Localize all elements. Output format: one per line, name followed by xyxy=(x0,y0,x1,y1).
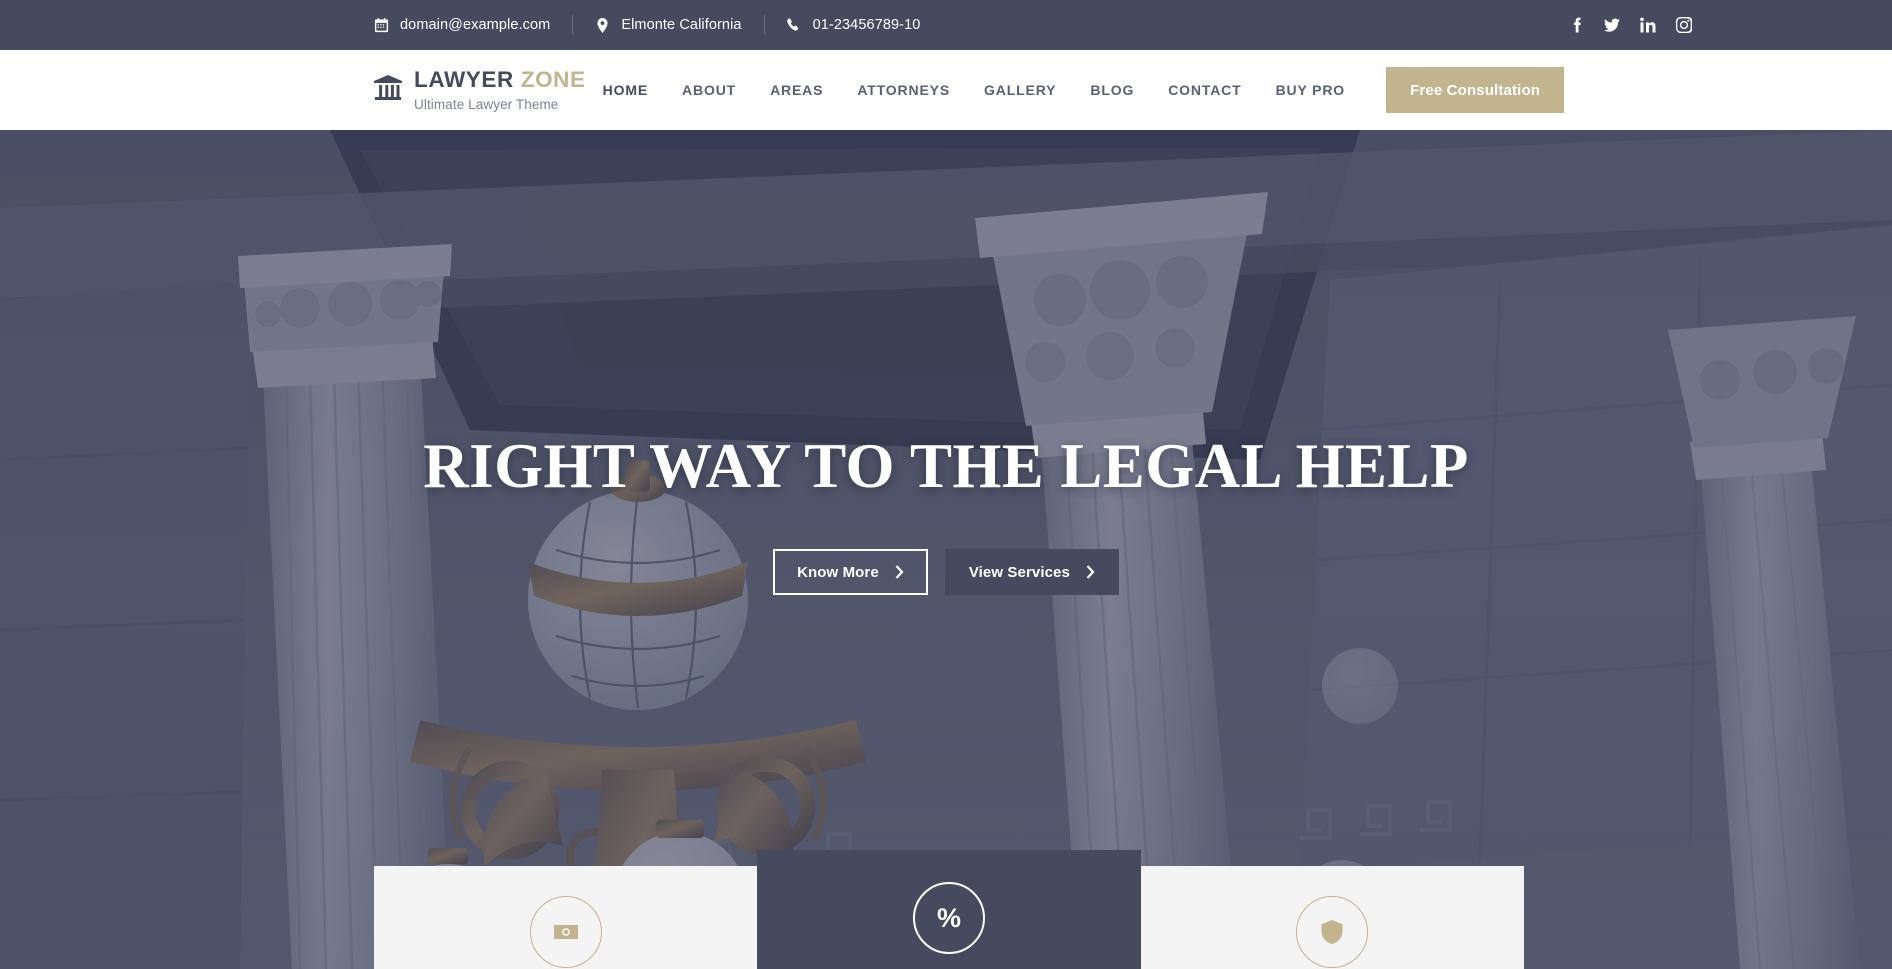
icon-circle: % xyxy=(912,882,985,954)
logo-text: LAWYER ZONE Ultimate Lawyer Theme xyxy=(414,67,586,112)
bank-icon xyxy=(374,75,402,105)
hero-section: RIGHT WAY TO THE LEGAL HELP Know More Vi… xyxy=(0,130,1892,969)
social-links xyxy=(1568,17,1692,33)
nav-item-gallery[interactable]: GALLERY xyxy=(967,82,1073,98)
view-services-label: View Services xyxy=(968,563,1070,581)
logo-word-secondary: ZONE xyxy=(520,67,586,92)
phone-contact[interactable]: 01-23456789-10 xyxy=(786,17,921,33)
map-pin-icon xyxy=(595,17,610,33)
know-more-label: Know More xyxy=(797,563,879,581)
facebook-icon[interactable] xyxy=(1568,17,1584,33)
know-more-button[interactable]: Know More xyxy=(773,549,928,595)
phone-text: 01-23456789-10 xyxy=(812,17,921,33)
chevron-right-icon xyxy=(895,565,904,579)
instagram-icon[interactable] xyxy=(1676,17,1692,33)
hero-buttons: Know More View Services xyxy=(773,549,1119,595)
free-consultation-button[interactable]: Free Consultation xyxy=(1386,67,1565,113)
logo-tagline: Ultimate Lawyer Theme xyxy=(414,96,559,112)
location-text: Elmonte California xyxy=(621,17,742,33)
feature-card-fees[interactable] xyxy=(374,866,758,969)
nav-item-blog[interactable]: BLOG xyxy=(1073,82,1151,98)
nav-item-home[interactable]: HOME xyxy=(586,82,665,98)
nav-item-about[interactable]: ABOUT xyxy=(665,82,753,98)
main-navigation: HOME ABOUT AREAS ATTORNEYS GALLERY BLOG … xyxy=(586,82,1362,98)
nav-item-attorneys[interactable]: ATTORNEYS xyxy=(840,82,967,98)
email-text: domain@example.com xyxy=(400,17,551,33)
email-contact[interactable]: domain@example.com xyxy=(374,17,550,33)
icon-circle xyxy=(529,896,602,968)
nav-item-areas[interactable]: AREAS xyxy=(753,82,840,98)
logo-word-primary: LAWYER xyxy=(414,67,514,92)
location-contact[interactable]: Elmonte California xyxy=(595,17,741,33)
phone-icon xyxy=(786,17,802,33)
shield-icon xyxy=(1319,919,1345,945)
hero-title: RIGHT WAY TO THE LEGAL HELP xyxy=(423,431,1469,501)
feature-card-percent[interactable]: % xyxy=(757,850,1141,969)
calendar-icon xyxy=(374,17,389,33)
nav-item-buy-pro[interactable]: BUY PRO xyxy=(1259,82,1362,98)
twitter-icon[interactable] xyxy=(1604,17,1620,33)
divider xyxy=(763,15,765,35)
logo[interactable]: LAWYER ZONE Ultimate Lawyer Theme xyxy=(374,67,586,112)
site-header: LAWYER ZONE Ultimate Lawyer Theme HOME A… xyxy=(0,50,1892,130)
hero-content: RIGHT WAY TO THE LEGAL HELP Know More Vi… xyxy=(0,430,1892,595)
chevron-right-icon xyxy=(1086,565,1095,579)
divider xyxy=(572,15,574,35)
view-services-button[interactable]: View Services xyxy=(944,549,1119,595)
feature-card-protection[interactable] xyxy=(1140,866,1524,969)
feature-cards: % xyxy=(374,850,1524,969)
top-contact-bar: domain@example.com Elmonte California 01… xyxy=(0,0,1892,50)
icon-circle xyxy=(1296,896,1369,968)
top-contact-info: domain@example.com Elmonte California 01… xyxy=(374,15,920,35)
linkedin-icon[interactable] xyxy=(1640,17,1656,33)
nav-item-contact[interactable]: CONTACT xyxy=(1151,82,1258,98)
money-bill-icon xyxy=(553,919,579,945)
percent-icon: % xyxy=(936,902,961,933)
